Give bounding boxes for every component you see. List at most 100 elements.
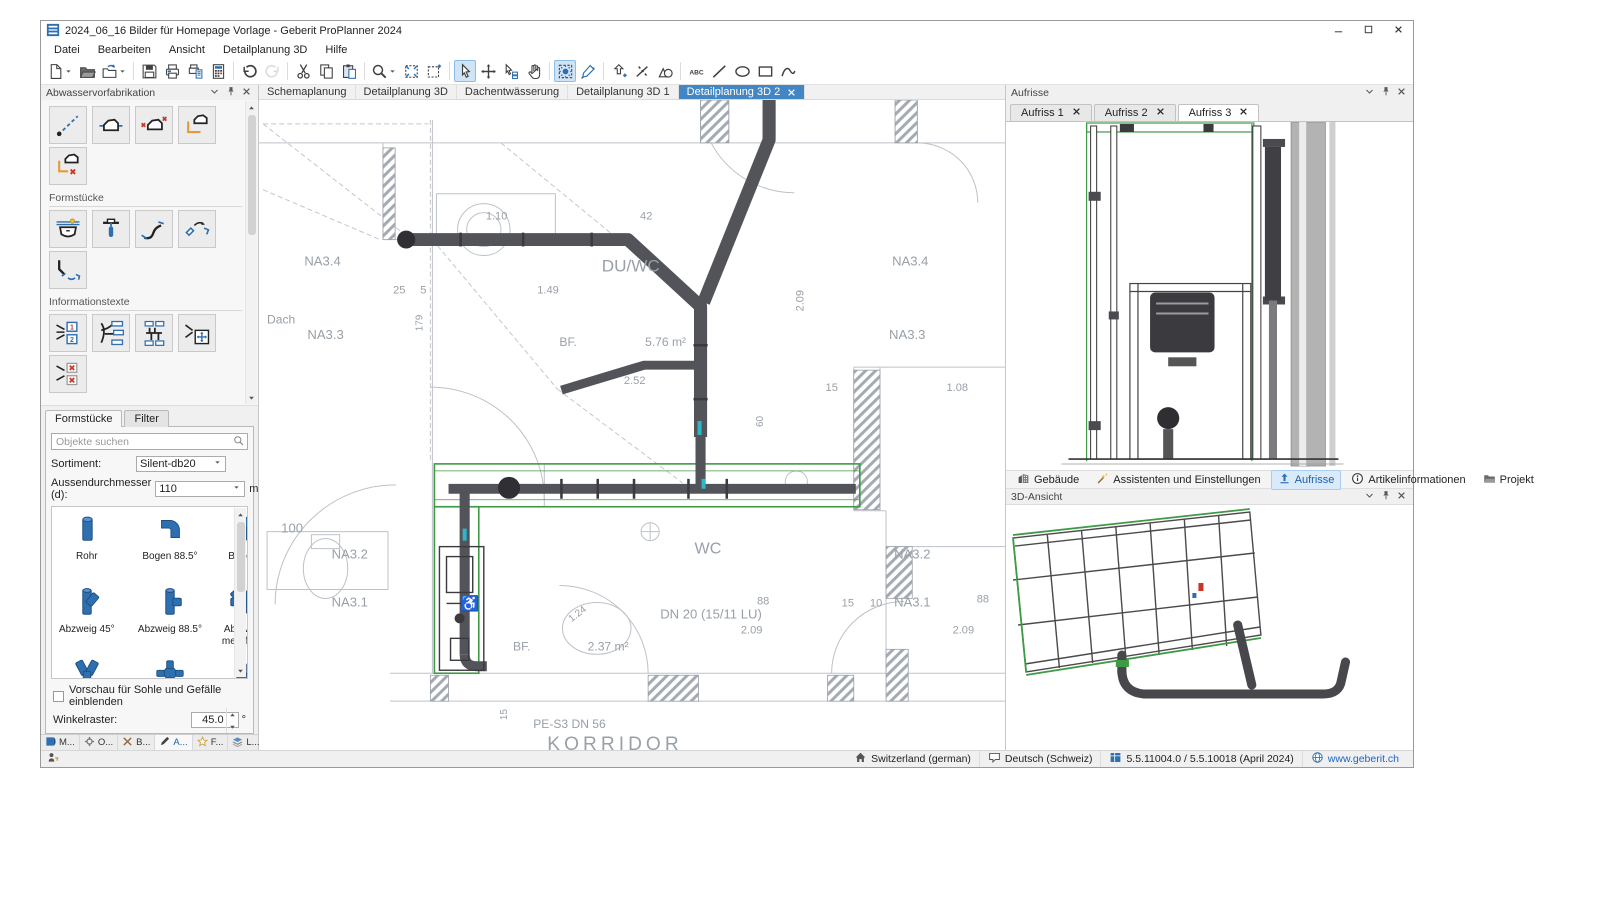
scroll-down-icon[interactable] bbox=[237, 665, 244, 677]
panel-pin-button[interactable] bbox=[1379, 489, 1392, 504]
close-tab-icon[interactable] bbox=[787, 88, 796, 97]
close-tab-icon[interactable] bbox=[1072, 107, 1081, 119]
new-file-button[interactable] bbox=[45, 60, 75, 82]
frame-settings-button[interactable] bbox=[554, 60, 576, 82]
canvas-tab-dachentw-sserung[interactable]: Dachentwässerung bbox=[457, 85, 568, 99]
panel-close-button[interactable] bbox=[1395, 491, 1408, 503]
website-link[interactable]: www.geberit.ch bbox=[1328, 753, 1399, 765]
panel-pin-button[interactable] bbox=[1379, 85, 1392, 100]
draw-arc-button[interactable] bbox=[777, 60, 799, 82]
draw-rectangle-button[interactable] bbox=[754, 60, 776, 82]
strip-tab-o[interactable]: O... bbox=[80, 735, 118, 750]
open-file-button[interactable] bbox=[76, 60, 98, 82]
info-labels-button[interactable] bbox=[92, 314, 130, 352]
catalog-item-abzweig-45[interactable]: Abzweig 45° bbox=[54, 586, 120, 647]
form-connect-button[interactable] bbox=[178, 210, 216, 248]
strip-tab-a[interactable]: A... bbox=[155, 735, 192, 750]
catalog-item-hosenabzweig[interactable]: Hosenabzweig bbox=[54, 659, 120, 679]
subtab-formstuecke[interactable]: Formstücke bbox=[45, 410, 122, 427]
menu-bearbeiten[interactable]: Bearbeiten bbox=[89, 44, 160, 56]
strip-tab-b[interactable]: B... bbox=[118, 735, 155, 750]
catalog-item-schachtbogenabzweig[interactable]: Schachtbogenabzweig bbox=[120, 659, 221, 679]
menu-detailplanung-3d[interactable]: Detailplanung 3D bbox=[214, 44, 316, 56]
dock-tab-assistenten-und-einstellungen[interactable]: Assistenten und Einstellungen bbox=[1089, 470, 1267, 490]
form-sbend-button[interactable] bbox=[135, 210, 173, 248]
import-template-button[interactable] bbox=[99, 60, 129, 82]
zoom-button[interactable] bbox=[369, 60, 399, 82]
redo-button[interactable] bbox=[261, 60, 283, 82]
paste-button[interactable] bbox=[338, 60, 360, 82]
canvas-tab-detailplanung-3d-1[interactable]: Detailplanung 3D 1 bbox=[568, 85, 679, 99]
zoom-extents-button[interactable] bbox=[400, 60, 422, 82]
tool-palette-scrollbar[interactable] bbox=[245, 101, 257, 404]
search-input[interactable] bbox=[51, 433, 248, 450]
select-button[interactable] bbox=[454, 60, 476, 82]
draw-ellipse-button[interactable] bbox=[731, 60, 753, 82]
canvas-tab-detailplanung-3d[interactable]: Detailplanung 3D bbox=[356, 85, 457, 99]
form-chain-button[interactable] bbox=[49, 251, 87, 289]
panel-menu-button[interactable] bbox=[1363, 491, 1376, 503]
scroll-up-icon[interactable] bbox=[248, 101, 255, 113]
maximize-button[interactable] bbox=[1353, 21, 1383, 41]
panel-menu-button[interactable] bbox=[208, 87, 221, 99]
hide-edges-button[interactable] bbox=[631, 60, 653, 82]
catalog-item-rohr[interactable]: Rohr bbox=[54, 513, 120, 574]
panel-menu-button[interactable] bbox=[1363, 87, 1376, 99]
info-tree-button[interactable] bbox=[135, 314, 173, 352]
winkelraster-stepper[interactable]: 45.0 bbox=[191, 712, 239, 728]
canvas-tab-schemaplanung[interactable]: Schemaplanung bbox=[259, 85, 356, 99]
fitting-bracket-x-button[interactable] bbox=[49, 147, 87, 185]
scroll-down-icon[interactable] bbox=[248, 392, 255, 404]
catalog-item-bogen-88-5[interactable]: Bogen 88.5° bbox=[120, 513, 221, 574]
catalog-item-abzweig-88-5[interactable]: Abzweig 88.5° bbox=[120, 586, 221, 647]
dock-tab-aufrisse[interactable]: Aufrisse bbox=[1271, 470, 1342, 490]
panel-pin-button[interactable] bbox=[224, 85, 237, 100]
point-select-button[interactable] bbox=[523, 60, 545, 82]
preview-checkbox[interactable] bbox=[53, 691, 64, 702]
aufriss-tab-aufriss-2[interactable]: Aufriss 2 bbox=[1094, 104, 1176, 121]
stepper-up-icon[interactable] bbox=[229, 708, 236, 720]
select-elements-button[interactable] bbox=[500, 60, 522, 82]
fitting-line-button[interactable] bbox=[92, 106, 130, 144]
menu-datei[interactable]: Datei bbox=[45, 44, 89, 56]
form-siphon-button[interactable] bbox=[49, 210, 87, 248]
close-tab-icon[interactable] bbox=[1239, 107, 1248, 119]
scrollbar-thumb[interactable] bbox=[237, 522, 245, 592]
info-delete-button[interactable] bbox=[49, 355, 87, 393]
cut-button[interactable] bbox=[292, 60, 314, 82]
strip-tab-m[interactable]: M... bbox=[41, 735, 80, 750]
zoom-region-button[interactable] bbox=[423, 60, 445, 82]
scroll-up-icon[interactable] bbox=[237, 508, 244, 520]
draw-line-button[interactable] bbox=[708, 60, 730, 82]
sketch-button[interactable] bbox=[577, 60, 599, 82]
scrollbar-thumb[interactable] bbox=[248, 115, 256, 235]
menu-ansicht[interactable]: Ansicht bbox=[160, 44, 214, 56]
dock-tab-geb-ude[interactable]: Gebäude bbox=[1010, 470, 1086, 490]
subtab-filter[interactable]: Filter bbox=[124, 410, 168, 427]
minimize-button[interactable] bbox=[1323, 21, 1353, 41]
panel-close-button[interactable] bbox=[240, 87, 253, 99]
copy-button[interactable] bbox=[315, 60, 337, 82]
shapes-button[interactable] bbox=[654, 60, 676, 82]
menu-hilfe[interactable]: Hilfe bbox=[316, 44, 356, 56]
text-button[interactable]: ABC bbox=[685, 60, 707, 82]
status-link[interactable]: www.geberit.ch bbox=[1302, 751, 1407, 767]
strip-tab-f[interactable]: F... bbox=[193, 735, 229, 750]
canvas-tab-detailplanung-3d-2[interactable]: Detailplanung 3D 2 bbox=[679, 85, 806, 99]
stepper-down-icon[interactable] bbox=[229, 721, 236, 733]
print-preview-button[interactable] bbox=[184, 60, 206, 82]
floor-plan-canvas[interactable]: 1.1042NA3.4DU/WCNA3.42551.49DachNA3.3NA3… bbox=[259, 100, 1005, 750]
undo-button[interactable] bbox=[238, 60, 260, 82]
elevation-view[interactable] bbox=[1006, 121, 1413, 470]
print-button[interactable] bbox=[161, 60, 183, 82]
insert-symbol-button[interactable] bbox=[608, 60, 630, 82]
sortiment-select[interactable]: Silent-db20 bbox=[136, 456, 226, 472]
calculate-button[interactable] bbox=[207, 60, 229, 82]
form-plunger-button[interactable] bbox=[92, 210, 130, 248]
aufriss-tab-aufriss-1[interactable]: Aufriss 1 bbox=[1010, 104, 1092, 121]
close-button[interactable] bbox=[1383, 21, 1413, 41]
move-button[interactable] bbox=[477, 60, 499, 82]
catalog-scrollbar[interactable] bbox=[234, 508, 246, 677]
info-numbers-button[interactable]: 12 bbox=[49, 314, 87, 352]
info-arrows-button[interactable] bbox=[178, 314, 216, 352]
